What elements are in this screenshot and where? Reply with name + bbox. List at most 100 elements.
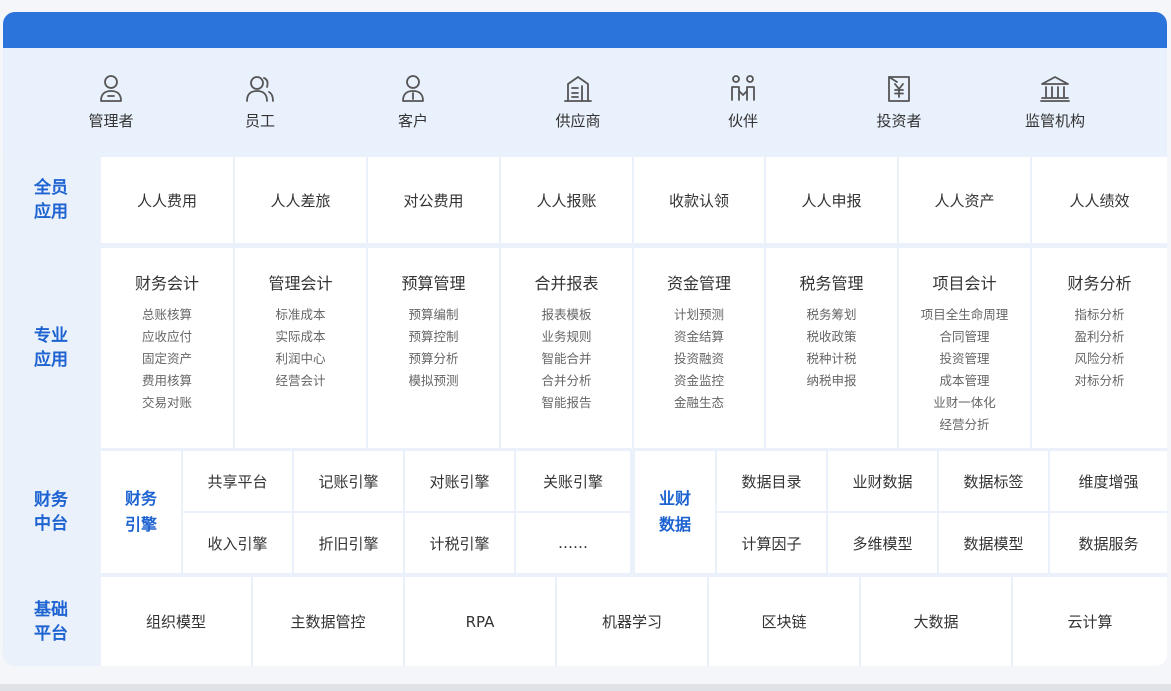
all-staff-item[interactable]: 收款认领 — [634, 157, 764, 243]
module-feature: 风险分析 — [1074, 351, 1125, 366]
module-financial-analysis[interactable]: 财务分析 指标分析 盈利分析 风险分析 对标分析 — [1032, 248, 1167, 448]
bizdata-item[interactable]: 数据目录 — [717, 451, 826, 511]
module-project-accounting[interactable]: 项目会计 项目全生命周理 合同管理 投资管理 成本管理 业财一体化 经营分折 — [899, 248, 1030, 448]
people-icon — [246, 76, 274, 102]
engine-item[interactable]: …… — [516, 513, 630, 573]
bizdata-item[interactable]: 数据模型 — [939, 513, 1048, 573]
base-item[interactable]: 机器学习 — [557, 577, 707, 666]
all-staff-item[interactable]: 人人申报 — [766, 157, 897, 243]
module-feature: 应收应付 — [141, 329, 192, 344]
module-feature: 预算编制 — [408, 307, 459, 322]
role-partner: 伙伴 — [683, 48, 803, 131]
module-feature: 预算分析 — [408, 351, 459, 366]
module-feature: 经营分折 — [939, 417, 990, 432]
all-staff-item[interactable]: 人人费用 — [101, 157, 233, 243]
module-title: 合并报表 — [534, 274, 599, 293]
module-feature: 资金监控 — [673, 373, 724, 388]
module-feature: 税务筹划 — [806, 307, 857, 322]
finance-engine-label: 财务 引擎 — [101, 451, 181, 573]
biz-data-label: 业财 数据 — [635, 451, 715, 573]
module-feature: 成本管理 — [939, 373, 990, 388]
all-staff-item[interactable]: 人人资产 — [899, 157, 1030, 243]
role-label: 投资者 — [876, 112, 922, 130]
all-staff-item[interactable]: 人人绩效 — [1032, 157, 1167, 243]
module-feature: 智能报告 — [541, 395, 592, 410]
module-consolidation[interactable]: 合并报表 报表模板 业务规则 智能合并 合并分析 智能报告 — [501, 248, 632, 448]
module-feature: 税种计税 — [806, 351, 857, 366]
engine-item[interactable]: 共享平台 — [183, 451, 292, 511]
role-regulator: 监管机构 — [995, 48, 1115, 131]
header-bar — [3, 12, 1167, 48]
module-title: 税务管理 — [799, 274, 864, 293]
engine-item[interactable]: 对账引擎 — [405, 451, 514, 511]
bizdata-item[interactable]: 计算因子 — [717, 513, 826, 573]
base-item[interactable]: 组织模型 — [101, 577, 251, 666]
bizdata-item[interactable]: 多维模型 — [828, 513, 937, 573]
engine-item[interactable]: 关账引擎 — [516, 451, 630, 511]
bizdata-item[interactable]: 业财数据 — [828, 451, 937, 511]
base-platform-row: 基础 平台 组织模型 主数据管控 RPA 机器学习 区块链 大数据 云计算 — [3, 577, 1167, 666]
module-feature: 合同管理 — [939, 329, 990, 344]
partner-icon — [731, 75, 755, 101]
module-feature: 税收政策 — [806, 329, 857, 344]
all-staff-label: 全员 应用 — [34, 178, 68, 222]
module-feature: 利润中心 — [275, 351, 326, 366]
module-feature: 业务规则 — [541, 329, 592, 344]
module-title: 财务会计 — [134, 274, 199, 293]
module-tax[interactable]: 税务管理 税务筹划 税收政策 税种计税 纳税申报 — [766, 248, 897, 448]
base-item[interactable]: 云计算 — [1013, 577, 1167, 666]
base-item[interactable]: 区块链 — [709, 577, 859, 666]
module-feature: 预算控制 — [408, 329, 459, 344]
role-label: 伙伴 — [727, 112, 758, 130]
bizdata-item[interactable]: 维度增强 — [1050, 451, 1167, 511]
base-item[interactable]: 主数据管控 — [253, 577, 403, 666]
module-feature: 模拟预测 — [408, 373, 459, 388]
engine-item[interactable]: 计税引擎 — [405, 513, 514, 573]
module-feature: 交易对账 — [141, 395, 192, 410]
module-feature: 资金结算 — [673, 329, 724, 344]
role-label: 管理者 — [88, 112, 134, 130]
module-feature: 金融生态 — [673, 395, 724, 410]
module-feature: 经营会计 — [275, 373, 326, 388]
module-feature: 投资管理 — [939, 351, 990, 366]
bizdata-item[interactable]: 数据服务 — [1050, 513, 1167, 573]
middle-platform-label: 财务 中台 — [34, 490, 68, 534]
base-item[interactable]: 大数据 — [861, 577, 1011, 666]
module-feature: 标准成本 — [275, 307, 326, 322]
institution-icon — [1040, 76, 1070, 102]
module-management-accounting[interactable]: 管理会计 标准成本 实际成本 利润中心 经营会计 — [235, 248, 366, 448]
role-customer: 客户 — [353, 48, 473, 131]
role-investor: 投资者 — [839, 48, 959, 131]
module-feature: 实际成本 — [275, 329, 326, 344]
role-label: 监管机构 — [1024, 112, 1085, 130]
module-feature: 投资融资 — [673, 351, 724, 366]
module-feature: 报表模板 — [541, 307, 592, 322]
base-platform-label: 基础 平台 — [34, 599, 68, 644]
all-staff-item[interactable]: 人人差旅 — [235, 157, 366, 243]
module-title: 预算管理 — [401, 274, 466, 293]
engine-item[interactable]: 折旧引擎 — [294, 513, 403, 573]
module-treasury[interactable]: 资金管理 计划预测 资金结算 投资融资 资金监控 金融生态 — [634, 248, 764, 448]
role-supplier: 供应商 — [518, 48, 638, 131]
all-staff-item[interactable]: 人人报账 — [501, 157, 632, 243]
role-label: 客户 — [397, 112, 428, 130]
module-feature: 计划预测 — [673, 307, 724, 322]
module-title: 管理会计 — [268, 274, 333, 293]
all-staff-item[interactable]: 对公费用 — [368, 157, 499, 243]
module-title: 财务分析 — [1067, 274, 1132, 293]
engine-item[interactable]: 记账引擎 — [294, 451, 403, 511]
professional-row: 专业 应用 财务会计 总账核算 应收应付 固定资产 费用核算 交易对账 管理会计 … — [3, 248, 1167, 448]
module-feature: 总账核算 — [141, 307, 192, 322]
bizdata-item[interactable]: 数据标签 — [939, 451, 1048, 511]
module-budget[interactable]: 预算管理 预算编制 预算控制 预算分析 模拟预测 — [368, 248, 499, 448]
building-icon — [564, 76, 592, 102]
all-staff-row: 全员 应用 人人费用 人人差旅 对公费用 人人报账 收款认领 人人申报 人人资产 … — [3, 156, 1167, 244]
base-item[interactable]: RPA — [405, 577, 555, 666]
role-manager: 管理者 — [51, 48, 171, 131]
engine-item[interactable]: 收入引擎 — [183, 513, 292, 573]
bottom-divider — [0, 684, 1171, 691]
module-financial-accounting[interactable]: 财务会计 总账核算 应收应付 固定资产 费用核算 交易对账 — [101, 248, 233, 448]
module-feature: 盈利分析 — [1074, 329, 1125, 344]
architecture-card: 管理者 员工 客户 供应商 伙伴 投资者 监管机构 全员 应用 人人费用 人人差… — [3, 12, 1167, 666]
module-feature: 项目全生命周理 — [920, 307, 1009, 322]
